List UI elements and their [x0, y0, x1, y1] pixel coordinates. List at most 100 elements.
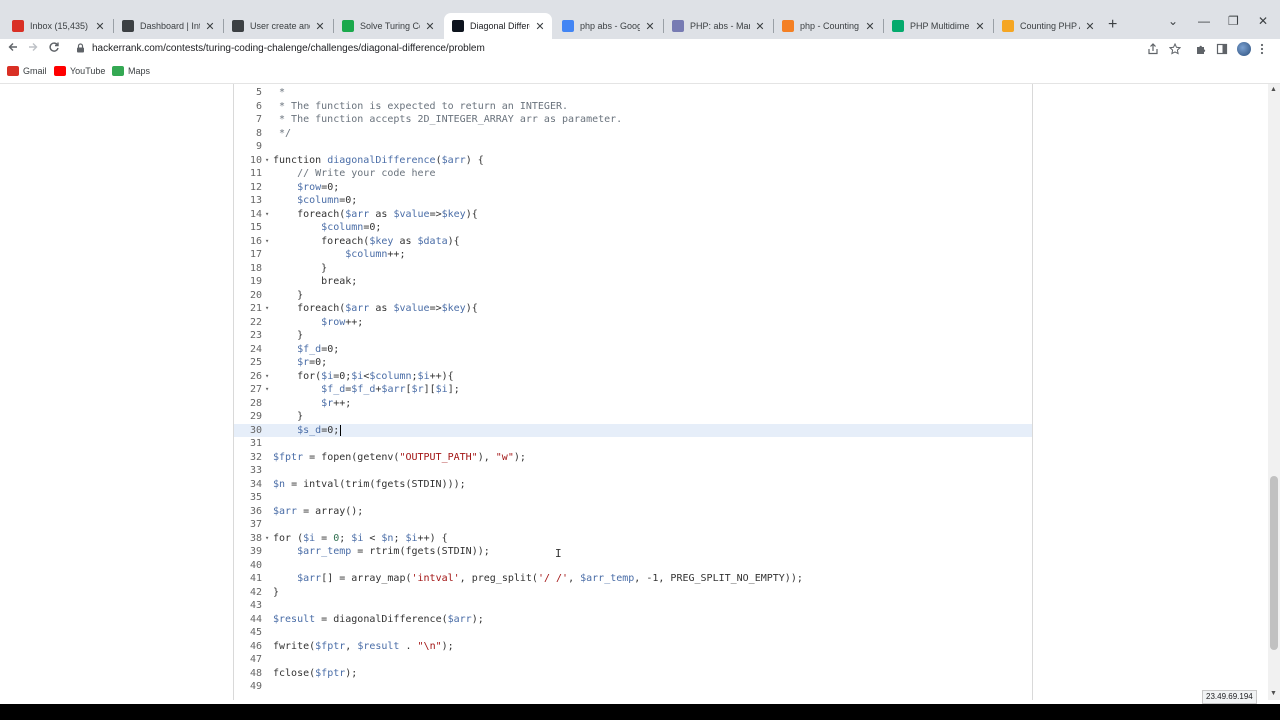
browser-tab[interactable]: Dashboard | Intern ✕ — [114, 13, 222, 39]
code-line[interactable]: 29 } — [234, 410, 1032, 424]
code-line[interactable]: 7 * The function accepts 2D_INTEGER_ARRA… — [234, 113, 1032, 127]
code-line[interactable]: 22 $row++; — [234, 316, 1032, 330]
code-line[interactable]: 46 fwrite($fptr, $result . "\n"); — [234, 640, 1032, 654]
browser-tab[interactable]: Diagonal Differenc ✕ — [444, 13, 552, 39]
tab-close-icon[interactable]: ✕ — [754, 20, 766, 33]
code-line[interactable]: 5 * — [234, 86, 1032, 100]
lock-icon[interactable] — [76, 43, 85, 56]
code-line[interactable]: 41 $arr[] = array_map('intval', preg_spl… — [234, 572, 1032, 586]
code-line[interactable]: 43 — [234, 599, 1032, 613]
page-scrollbar[interactable]: ▲ ▼ — [1268, 84, 1280, 700]
code-line[interactable]: 20 } — [234, 289, 1032, 303]
reload-button[interactable] — [48, 41, 60, 56]
code-line[interactable]: 30 $s_d=0; — [234, 423, 1032, 437]
browser-tab[interactable]: php abs - Google ✕ — [554, 13, 662, 39]
code-line[interactable]: 18 } — [234, 262, 1032, 276]
browser-tab[interactable]: Inbox (15,435) - yu ✕ — [4, 13, 112, 39]
fold-toggle-icon[interactable]: ▾ — [265, 370, 273, 384]
code-line[interactable]: 21 ▾ foreach($arr as $value=>$key){ — [234, 302, 1032, 316]
scroll-down-arrow-icon[interactable]: ▼ — [1270, 690, 1277, 697]
code-line[interactable]: 19 break; — [234, 275, 1032, 289]
code-line[interactable]: 32 $fptr = fopen(getenv("OUTPUT_PATH"), "… — [234, 451, 1032, 465]
code-line[interactable]: 17 $column++; — [234, 248, 1032, 262]
browser-tab[interactable]: Counting PHP Arra ✕ — [994, 13, 1102, 39]
code-line[interactable]: 26 ▾ for($i=0;$i<$column;$i++){ — [234, 370, 1032, 384]
forward-button[interactable] — [27, 41, 39, 56]
bookmark-star-icon[interactable] — [1168, 42, 1182, 58]
code-token: "\n" — [417, 640, 442, 652]
code-line[interactable]: 33 — [234, 464, 1032, 478]
code-line[interactable]: 16 ▾ foreach($key as $data){ — [234, 235, 1032, 249]
code-line[interactable]: 27 ▾ $f_d=$f_d+$arr[$r][$i]; — [234, 383, 1032, 397]
extensions-puzzle-icon[interactable] — [1195, 43, 1207, 58]
fold-toggle-icon[interactable]: ▾ — [265, 154, 273, 168]
bookmark-maps[interactable]: Maps — [112, 66, 150, 76]
share-icon[interactable] — [1147, 43, 1159, 58]
bookmark-youtube[interactable]: YouTube — [54, 66, 105, 76]
code-line[interactable]: 49 — [234, 680, 1032, 694]
tab-close-icon[interactable]: ✕ — [424, 20, 436, 33]
code-line[interactable]: 35 — [234, 491, 1032, 505]
address-bar[interactable]: hackerrank.com/contests/turing-coding-ch… — [66, 39, 1196, 61]
browser-tab[interactable]: PHP: abs - Manual ✕ — [664, 13, 772, 39]
fold-toggle-icon[interactable]: ▾ — [265, 208, 273, 222]
code-line[interactable]: 34 $n = intval(trim(fgets(STDIN))); — [234, 478, 1032, 492]
code-line[interactable]: 15 $column=0; — [234, 221, 1032, 235]
code-line[interactable]: 9 — [234, 140, 1032, 154]
back-button[interactable] — [7, 41, 19, 56]
code-line[interactable]: 47 — [234, 653, 1032, 667]
browser-tab[interactable]: User create and Pe ✕ — [224, 13, 332, 39]
tab-close-icon[interactable]: ✕ — [864, 20, 876, 33]
chrome-menu-icon[interactable] — [1260, 43, 1264, 58]
fold-toggle-icon[interactable]: ▾ — [265, 302, 273, 316]
code-line[interactable]: 42} — [234, 586, 1032, 600]
fold-toggle-icon[interactable]: ▾ — [265, 235, 273, 249]
code-line[interactable]: 37 — [234, 518, 1032, 532]
profile-avatar[interactable] — [1237, 42, 1251, 56]
side-panel-icon[interactable] — [1216, 43, 1228, 58]
code-editor[interactable]: 5 * 6 * The function is expected to retur… — [233, 84, 1033, 700]
code-line[interactable]: 6 * The function is expected to return a… — [234, 100, 1032, 114]
minimize-button[interactable]: — — [1198, 14, 1210, 28]
code-line[interactable]: 14 ▾ foreach($arr as $value=>$key){ — [234, 208, 1032, 222]
browser-tab[interactable]: php - Counting ro ✕ — [774, 13, 882, 39]
fold-toggle-icon[interactable]: ▾ — [265, 383, 273, 397]
code-line[interactable]: 38 ▾ for ($i = 0; $i < $n; $i++) { — [234, 532, 1032, 546]
close-window-button[interactable]: ✕ — [1258, 14, 1268, 28]
code-line[interactable]: 10 ▾ function diagonalDifference($arr) { — [234, 154, 1032, 168]
code-line[interactable]: 36 $arr = array(); — [234, 505, 1032, 519]
tab-close-icon[interactable]: ✕ — [94, 20, 106, 33]
code-line[interactable]: 23 } — [234, 329, 1032, 343]
fold-toggle-icon[interactable]: ▾ — [265, 532, 273, 546]
browser-tab[interactable]: PHP Multidimensio ✕ — [884, 13, 992, 39]
tab-close-icon[interactable]: ✕ — [974, 20, 986, 33]
code-line[interactable]: 39 $arr_temp = rtrim(fgets(STDIN)); — [234, 545, 1032, 559]
code-line[interactable]: 12 $row=0; — [234, 181, 1032, 195]
code-line[interactable]: 44 $result = diagonalDifference($arr); — [234, 613, 1032, 627]
maximize-button[interactable]: ❐ — [1228, 14, 1239, 28]
code-line[interactable]: 28 $r++; — [234, 397, 1032, 411]
code-line[interactable]: 24 $f_d=0; — [234, 343, 1032, 357]
code-line[interactable]: 8 */ — [234, 127, 1032, 141]
new-tab-button[interactable]: + — [1108, 16, 1117, 34]
youtube-icon — [54, 66, 66, 76]
scroll-up-arrow-icon[interactable]: ▲ — [1270, 86, 1277, 93]
code-line[interactable]: 48 fclose($fptr); — [234, 667, 1032, 681]
tab-close-icon[interactable]: ✕ — [644, 20, 656, 33]
code-line[interactable]: 11 // Write your code here — [234, 167, 1032, 181]
code-line[interactable]: 40 — [234, 559, 1032, 573]
tab-close-icon[interactable]: ✕ — [204, 20, 216, 33]
code-line[interactable]: 13 $column=0; — [234, 194, 1032, 208]
code-line[interactable]: 45 — [234, 626, 1032, 640]
url-text[interactable]: hackerrank.com/contests/turing-coding-ch… — [92, 43, 485, 54]
scrollbar-thumb[interactable] — [1270, 476, 1278, 650]
bookmark-gmail[interactable]: Gmail — [7, 66, 47, 76]
code-line[interactable]: 25 $r=0; — [234, 356, 1032, 370]
code-line[interactable]: 31 — [234, 437, 1032, 451]
line-number: 26 — [249, 370, 262, 382]
tab-close-icon[interactable]: ✕ — [534, 20, 546, 33]
tab-search-icon[interactable]: ⌄ — [1168, 14, 1178, 28]
tab-close-icon[interactable]: ✕ — [1084, 20, 1096, 33]
tab-close-icon[interactable]: ✕ — [314, 20, 326, 33]
browser-tab[interactable]: Solve Turing Codin ✕ — [334, 13, 442, 39]
